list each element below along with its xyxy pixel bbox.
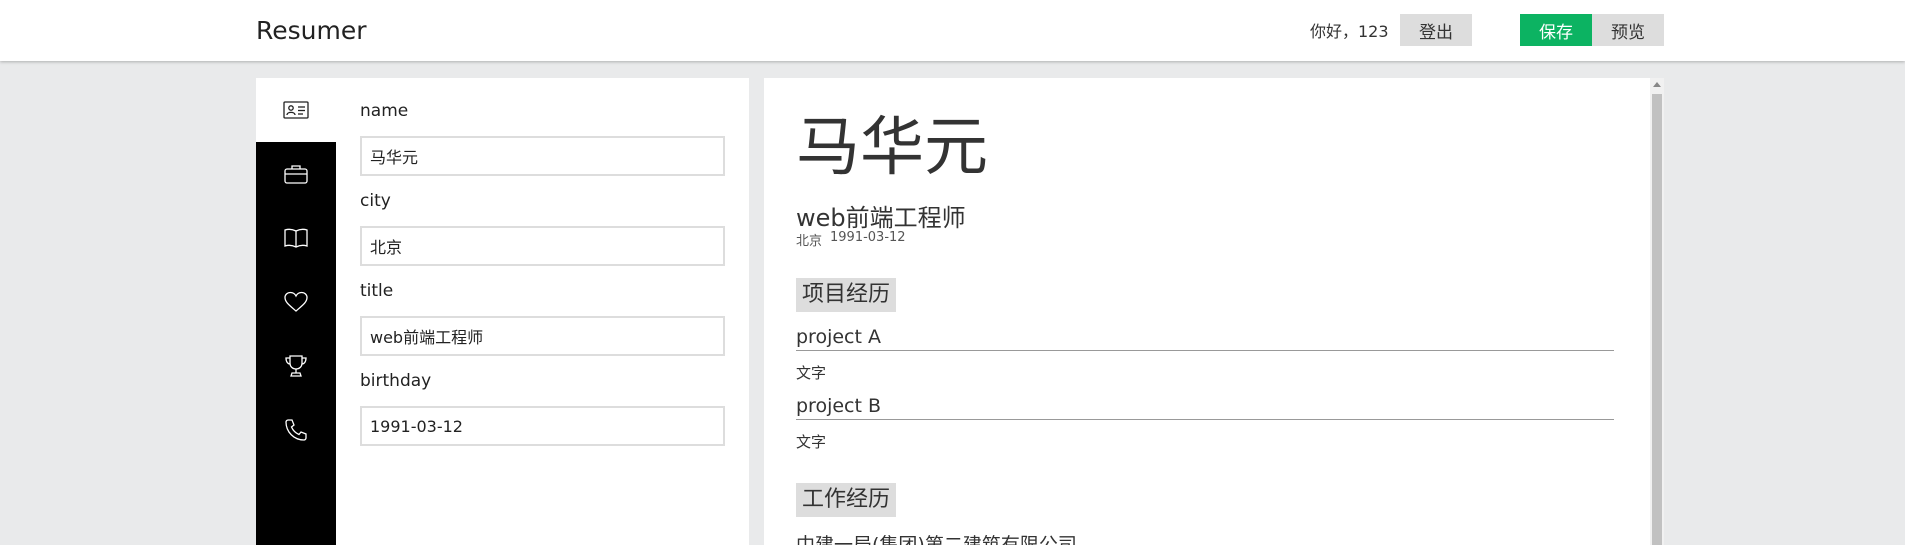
preview-button[interactable]: 预览 bbox=[1592, 14, 1664, 46]
birthday-input[interactable] bbox=[360, 406, 725, 446]
top-bar: Resumer 你好，123 登出 保存 预览 bbox=[0, 0, 1905, 61]
preview-scrollbar[interactable] bbox=[1650, 78, 1664, 545]
project-name: project B bbox=[796, 395, 1614, 420]
project-desc: 文字 bbox=[796, 364, 827, 382]
city-label: city bbox=[360, 191, 391, 211]
work-heading: 工作经历 bbox=[796, 483, 897, 517]
sidebar-item-education[interactable] bbox=[256, 206, 336, 270]
sidebar-item-awards[interactable] bbox=[256, 334, 336, 398]
editor-panel: name city title birthday bbox=[336, 78, 749, 545]
city-input[interactable] bbox=[360, 226, 725, 266]
birthday-label: birthday bbox=[360, 371, 432, 391]
preview-meta: 北京 1991-03-12 bbox=[796, 230, 906, 249]
title-input[interactable] bbox=[360, 316, 725, 356]
user-greeting: 你好，123 bbox=[1310, 22, 1389, 41]
phone-icon bbox=[285, 419, 307, 441]
title-label: title bbox=[360, 281, 394, 301]
project-name: project A bbox=[796, 326, 1614, 351]
preview-birthday: 1991-03-12 bbox=[830, 230, 906, 245]
resume-preview: 马华元 web前端工程师 北京 1991-03-12 项目经历 project … bbox=[764, 78, 1664, 545]
briefcase-icon bbox=[284, 165, 308, 184]
preview-name: 马华元 bbox=[796, 111, 988, 185]
save-button[interactable]: 保存 bbox=[1520, 14, 1592, 46]
id-card-icon bbox=[283, 101, 309, 119]
scroll-thumb[interactable] bbox=[1652, 94, 1662, 545]
sidebar-item-hobbies[interactable] bbox=[256, 270, 336, 334]
sidebar-item-profile[interactable] bbox=[256, 78, 336, 142]
preview-city: 北京 bbox=[796, 234, 823, 249]
work-company: 中建一局(集团)第二建筑有限公司 bbox=[796, 534, 1077, 545]
name-input[interactable] bbox=[360, 136, 725, 176]
projects-heading: 项目经历 bbox=[796, 278, 897, 312]
trophy-icon bbox=[285, 355, 307, 377]
project-desc: 文字 bbox=[796, 433, 827, 451]
scroll-up-icon[interactable] bbox=[1653, 82, 1661, 87]
app-logo[interactable]: Resumer bbox=[256, 16, 367, 45]
name-label: name bbox=[360, 101, 409, 121]
sidebar bbox=[256, 78, 336, 545]
book-icon bbox=[284, 228, 308, 248]
logout-button[interactable]: 登出 bbox=[1400, 14, 1472, 46]
sidebar-item-work[interactable] bbox=[256, 142, 336, 206]
heart-icon bbox=[284, 291, 308, 312]
sidebar-item-contact[interactable] bbox=[256, 398, 336, 462]
preview-title: web前端工程师 bbox=[796, 204, 966, 232]
